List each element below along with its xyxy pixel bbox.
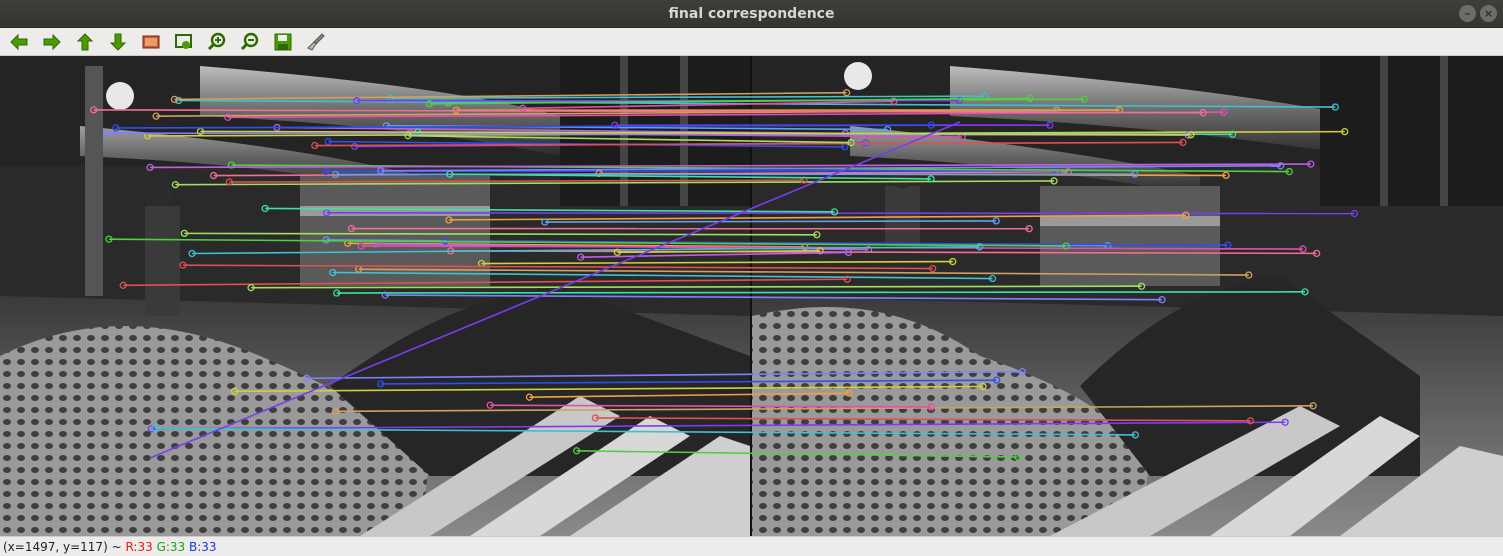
- app-window: final correspondence – × (x=1497, y=117)…: [0, 0, 1503, 556]
- pan-right-button[interactable]: [39, 29, 64, 54]
- minimize-button[interactable]: –: [1459, 5, 1476, 22]
- correspondence-image: [0, 56, 1503, 536]
- zoom-original-icon: [174, 33, 192, 49]
- image-fit-icon: [142, 35, 159, 48]
- right-camera-image: [752, 56, 1503, 536]
- pixel-green-value: G:33: [156, 539, 186, 554]
- zoom-in-icon: [207, 32, 225, 50]
- match-line: [326, 211, 1355, 215]
- zoom-out-icon: [240, 32, 258, 50]
- arrow-down-icon: [109, 33, 126, 51]
- pan-up-button[interactable]: [72, 29, 97, 54]
- image-canvas[interactable]: [0, 56, 1503, 536]
- arrow-up-icon: [76, 32, 93, 50]
- zoom-fit-button[interactable]: [138, 29, 163, 54]
- pan-down-button[interactable]: [105, 29, 130, 54]
- pan-left-button[interactable]: [6, 29, 31, 54]
- toolbar: [0, 28, 1503, 56]
- zoom-in-button[interactable]: [204, 29, 229, 54]
- arrow-right-icon: [43, 33, 61, 50]
- save-icon: [274, 33, 291, 50]
- brush-icon: [306, 32, 325, 51]
- pixel-red-value: R:33: [125, 539, 153, 554]
- close-button[interactable]: ×: [1480, 5, 1497, 22]
- zoom-out-button[interactable]: [237, 29, 262, 54]
- save-button[interactable]: [270, 29, 295, 54]
- status-bar: (x=1497, y=117) ~ R:33 G:33 B:33: [0, 536, 1503, 556]
- title-bar[interactable]: final correspondence – ×: [0, 0, 1503, 28]
- cursor-coords: (x=1497, y=117) ~: [3, 539, 122, 554]
- properties-button[interactable]: [303, 29, 328, 54]
- window-controls: – ×: [1459, 5, 1497, 22]
- window-title: final correspondence: [668, 5, 835, 22]
- zoom-original-button[interactable]: [171, 29, 196, 54]
- arrow-left-icon: [9, 33, 27, 50]
- pixel-blue-value: B:33: [189, 539, 217, 554]
